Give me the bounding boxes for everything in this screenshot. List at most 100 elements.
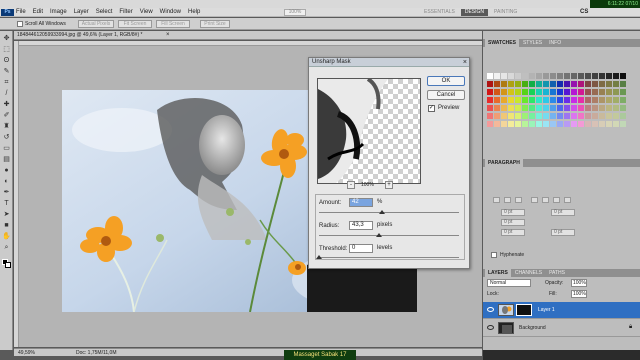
blend-mode-select[interactable]: Normal [487,279,531,287]
color-swatch[interactable] [536,81,542,87]
color-swatch[interactable] [592,97,598,103]
color-swatch[interactable] [578,113,584,119]
zoom-tool-icon[interactable]: ⌕ [2,244,11,252]
menu-view[interactable]: View [140,8,153,17]
align-left-icon[interactable] [493,197,500,203]
color-swatch[interactable] [536,105,542,111]
fill-screen-button[interactable]: Fill Screen [156,20,190,28]
color-swatch[interactable] [515,73,521,79]
indent-left-field[interactable]: 0 pt [501,209,525,216]
zoom-level-field[interactable]: 100% [284,9,306,16]
color-swatch[interactable] [522,121,528,127]
color-swatch[interactable] [550,81,556,87]
color-swatch[interactable] [494,97,500,103]
blur-tool-icon[interactable]: ● [2,167,11,175]
print-size-button[interactable]: Print Size [200,20,230,28]
indent-right-field[interactable]: 0 pt [551,209,575,216]
color-swatch[interactable] [501,97,507,103]
color-swatch[interactable] [543,105,549,111]
path-selection-tool-icon[interactable]: ➤ [2,211,11,219]
dodge-tool-icon[interactable]: ◐ [2,178,11,186]
space-before-field[interactable]: 0 pt [501,229,525,236]
tab-swatches[interactable]: SWATCHES [485,39,519,47]
justify-all-icon[interactable] [564,197,571,203]
threshold-slider[interactable] [319,257,459,258]
color-swatch[interactable] [487,97,493,103]
fit-screen-button[interactable]: Fit Screen [118,20,152,28]
color-swatch[interactable] [529,121,535,127]
color-swatch[interactable] [557,105,563,111]
crop-tool-icon[interactable]: ⌗ [2,79,11,87]
amount-slider[interactable] [319,212,459,213]
color-swatch[interactable] [494,81,500,87]
color-swatch[interactable] [613,113,619,119]
color-swatch[interactable] [515,97,521,103]
color-swatch[interactable] [592,105,598,111]
color-swatch[interactable] [585,73,591,79]
color-swatch[interactable] [536,89,542,95]
color-swatch[interactable] [606,81,612,87]
color-swatch[interactable] [543,121,549,127]
color-swatch[interactable] [508,121,514,127]
align-center-icon[interactable] [504,197,511,203]
color-swatch[interactable] [620,97,626,103]
color-swatch[interactable] [550,105,556,111]
color-swatch[interactable] [606,97,612,103]
brush-tool-icon[interactable]: ✐ [2,112,11,120]
visibility-eye-icon[interactable] [487,325,494,330]
color-swatch[interactable] [522,89,528,95]
color-swatch[interactable] [571,105,577,111]
color-swatch[interactable] [508,73,514,79]
color-swatch[interactable] [585,81,591,87]
tab-paragraph[interactable]: PARAGRAPH [485,159,523,167]
cancel-button[interactable]: Cancel [427,90,465,100]
fill-field[interactable]: 100% [571,290,587,298]
preview-checkbox[interactable]: ✓ [428,105,435,112]
close-icon[interactable]: × [463,58,467,67]
color-swatch[interactable] [529,89,535,95]
color-swatch[interactable] [599,73,605,79]
color-swatch[interactable] [557,97,563,103]
menu-help[interactable]: Help [188,8,200,17]
color-swatch[interactable] [606,89,612,95]
color-swatch[interactable] [487,81,493,87]
color-swatch[interactable] [522,73,528,79]
color-swatch[interactable] [522,81,528,87]
quick-select-tool-icon[interactable]: ✎ [2,68,11,76]
color-swatch[interactable] [592,89,598,95]
menu-file[interactable]: File [16,8,26,17]
color-swatch[interactable] [585,97,591,103]
color-swatch[interactable] [606,121,612,127]
color-swatch[interactable] [599,105,605,111]
menu-filter[interactable]: Filter [119,8,132,17]
close-document-icon[interactable]: × [166,31,170,40]
color-swatch[interactable] [550,73,556,79]
type-tool-icon[interactable]: T [2,200,11,208]
color-swatch[interactable] [571,113,577,119]
color-swatch[interactable] [606,73,612,79]
color-swatch[interactable] [543,97,549,103]
eyedropper-tool-icon[interactable]: / [2,90,11,98]
color-swatch[interactable] [585,89,591,95]
color-swatch[interactable] [599,81,605,87]
color-swatch[interactable] [494,105,500,111]
color-swatch[interactable] [501,121,507,127]
color-swatch[interactable] [557,113,563,119]
move-tool-icon[interactable]: ✥ [2,35,11,43]
color-swatch[interactable] [550,113,556,119]
status-zoom[interactable]: 49,59% [18,349,35,357]
color-swatch[interactable] [585,113,591,119]
color-swatch[interactable] [599,121,605,127]
color-swatch[interactable] [494,89,500,95]
lasso-tool-icon[interactable]: ʘ [2,57,11,65]
color-swatch[interactable] [592,113,598,119]
zoom-in-button[interactable]: + [385,181,393,189]
color-swatch[interactable] [515,121,521,127]
pen-tool-icon[interactable]: ✒ [2,189,11,197]
threshold-slider-thumb[interactable] [316,255,322,259]
tab-styles[interactable]: STYLES [520,39,545,47]
align-right-icon[interactable] [515,197,522,203]
menu-select[interactable]: Select [96,8,113,17]
actual-pixels-button[interactable]: Actual Pixels [78,20,114,28]
radius-slider-thumb[interactable] [376,233,383,237]
